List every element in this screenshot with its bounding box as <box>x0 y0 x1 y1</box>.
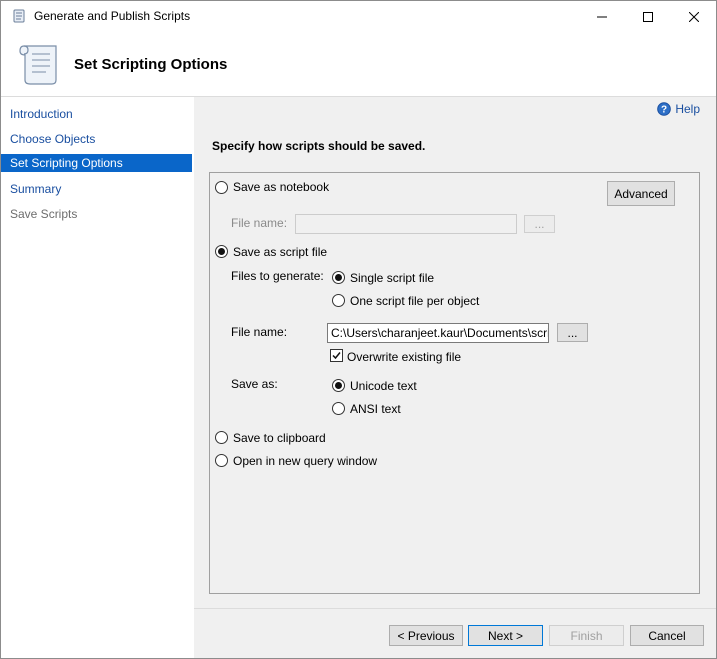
maximize-icon <box>643 11 653 22</box>
scroll-icon <box>19 45 57 85</box>
advanced-button[interactable]: Advanced <box>607 181 675 206</box>
radio-selected-dot <box>335 382 342 389</box>
nav-item-set-scripting-options[interactable]: Set Scripting Options <box>1 154 192 172</box>
maximize-button[interactable] <box>625 1 671 32</box>
single-script-file-label[interactable]: Single script file <box>350 271 434 285</box>
file-name-browse-button[interactable]: ... <box>557 323 588 342</box>
file-name-label: File name: <box>231 325 288 339</box>
nav-item-save-scripts: Save Scripts <box>10 207 78 221</box>
help-icon: ? <box>657 102 672 116</box>
nav-item-summary[interactable]: Summary <box>1 180 192 198</box>
checkmark-icon <box>332 352 341 360</box>
footer-divider <box>194 608 716 609</box>
close-button[interactable] <box>671 1 716 32</box>
nav-item-introduction[interactable]: Introduction <box>1 105 192 123</box>
ansi-text-label[interactable]: ANSI text <box>350 402 401 416</box>
page-title: Set Scripting Options <box>74 56 228 73</box>
radio-selected-dot <box>218 248 225 255</box>
unicode-text-radio[interactable] <box>332 379 345 392</box>
save-as-script-file-radio[interactable] <box>215 245 228 258</box>
wizard-nav: Introduction Choose Objects Set Scriptin… <box>1 97 194 658</box>
next-button[interactable]: Next > <box>468 625 543 646</box>
wizard-header: Set Scripting Options <box>1 32 716 97</box>
options-group: Save as notebook Advanced File name: ...… <box>209 172 700 594</box>
open-in-query-window-radio[interactable] <box>215 454 228 467</box>
notebook-browse-button[interactable]: ... <box>524 215 555 233</box>
one-file-per-object-label[interactable]: One script file per object <box>350 294 479 308</box>
open-in-query-window-label[interactable]: Open in new query window <box>233 454 377 468</box>
minimize-icon <box>597 16 607 17</box>
save-as-notebook-radio[interactable] <box>215 181 228 194</box>
save-to-clipboard-label[interactable]: Save to clipboard <box>233 431 326 445</box>
one-file-per-object-radio[interactable] <box>332 294 345 307</box>
content-pane: ? Help Specify how scripts should be sav… <box>194 97 716 658</box>
nav-item-choose-objects[interactable]: Choose Objects <box>1 130 192 148</box>
save-to-clipboard-radio[interactable] <box>215 431 228 444</box>
dialog-window: Generate and Publish Scripts Set Scripti… <box>0 0 717 659</box>
close-icon <box>689 11 699 22</box>
instruction-text: Specify how scripts should be saved. <box>212 139 426 153</box>
save-as-label: Save as: <box>231 377 278 391</box>
unicode-text-label[interactable]: Unicode text <box>350 379 417 393</box>
files-to-generate-label: Files to generate: <box>231 269 324 283</box>
help-link[interactable]: ? Help <box>657 102 700 116</box>
overwrite-existing-label[interactable]: Overwrite existing file <box>347 350 461 364</box>
minimize-button[interactable] <box>579 1 625 32</box>
title-bar: Generate and Publish Scripts <box>1 1 716 32</box>
finish-button: Finish <box>549 625 624 646</box>
help-label: Help <box>675 102 700 116</box>
file-name-field[interactable]: C:\Users\charanjeet.kaur\Documents\scrip… <box>327 323 549 343</box>
radio-selected-dot <box>335 274 342 281</box>
previous-button[interactable]: < Previous <box>389 625 463 646</box>
notebook-file-name-label: File name: <box>231 216 288 230</box>
overwrite-existing-checkbox[interactable] <box>330 349 343 362</box>
window-title: Generate and Publish Scripts <box>34 9 191 23</box>
save-as-script-file-label[interactable]: Save as script file <box>233 245 327 259</box>
ansi-text-radio[interactable] <box>332 402 345 415</box>
single-script-file-radio[interactable] <box>332 271 345 284</box>
notebook-file-name-field[interactable] <box>295 214 517 234</box>
svg-text:?: ? <box>661 105 667 116</box>
cancel-button[interactable]: Cancel <box>630 625 704 646</box>
save-as-notebook-label[interactable]: Save as notebook <box>233 180 329 194</box>
scroll-icon <box>13 9 25 23</box>
